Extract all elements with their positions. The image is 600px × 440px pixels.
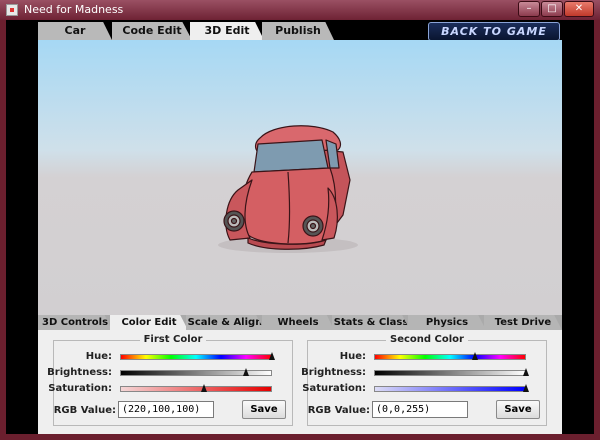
tab-car[interactable]: Car — [38, 22, 112, 40]
second-brightness-thumb[interactable] — [523, 368, 529, 376]
rgb-value-label: RGB Value: — [307, 405, 370, 416]
car-render — [218, 125, 358, 253]
tab-3d-controls[interactable]: 3D Controls — [38, 315, 112, 330]
second-rgb-input[interactable] — [372, 401, 468, 418]
second-hue-thumb[interactable] — [472, 352, 478, 360]
second-brightness-slider[interactable] — [374, 368, 529, 376]
first-rgb-input[interactable] — [118, 401, 214, 418]
tab-test-drive[interactable]: Test Drive — [484, 315, 562, 330]
tab-code-edit[interactable]: Code Edit — [112, 22, 192, 40]
3d-viewport[interactable] — [38, 40, 562, 315]
second-color-title: Second Color — [386, 334, 468, 345]
second-saturation-thumb[interactable] — [523, 384, 529, 392]
second-saturation-slider[interactable] — [374, 384, 529, 392]
window-title: Need for Madness — [24, 3, 124, 16]
brightness-label: Brightness: — [301, 367, 366, 378]
first-brightness-thumb[interactable] — [243, 368, 249, 376]
first-color-group: First Color Hue: Brightness: Saturation:… — [47, 334, 293, 426]
tab-color-edit[interactable]: Color Edit — [110, 315, 188, 330]
editor-sub-tabs: 3D Controls Color Edit Scale & Align Whe… — [38, 315, 562, 330]
tab-stats-class[interactable]: Stats & Class — [332, 315, 410, 330]
rgb-value-label: RGB Value: — [53, 405, 116, 416]
maximize-button[interactable]: □ — [541, 1, 563, 17]
first-hue-thumb[interactable] — [269, 352, 275, 360]
tab-wheels[interactable]: Wheels — [262, 315, 334, 330]
minimize-button[interactable]: – — [518, 1, 540, 17]
saturation-label: Saturation: — [302, 383, 366, 394]
second-color-group: Second Color Hue: Brightness: Saturation… — [301, 334, 547, 426]
tab-physics[interactable]: Physics — [408, 315, 486, 330]
color-edit-panel: First Color Hue: Brightness: Saturation:… — [38, 330, 562, 434]
first-saturation-slider[interactable] — [120, 384, 272, 392]
second-save-button[interactable]: Save — [496, 400, 540, 419]
tab-scale-align[interactable]: Scale & Align — [186, 315, 264, 330]
back-to-game-button[interactable]: BACK TO GAME — [428, 22, 560, 41]
second-hue-slider[interactable] — [374, 352, 526, 360]
tab-3d-edit[interactable]: 3D Edit — [190, 22, 264, 40]
tab-publish[interactable]: Publish — [262, 22, 334, 40]
first-hue-slider[interactable] — [120, 352, 275, 360]
title-bar[interactable]: Need for Madness – □ ✕ — [0, 0, 600, 20]
app-icon — [6, 4, 18, 16]
saturation-label: Saturation: — [48, 383, 112, 394]
app-window: Need for Madness – □ ✕ Car Code Edit 3D … — [0, 0, 600, 440]
first-save-button[interactable]: Save — [242, 400, 286, 419]
hue-label: Hue: — [339, 351, 366, 362]
brightness-label: Brightness: — [47, 367, 112, 378]
first-saturation-thumb[interactable] — [201, 384, 207, 392]
hue-label: Hue: — [85, 351, 112, 362]
first-brightness-slider[interactable] — [120, 368, 272, 376]
first-color-title: First Color — [139, 334, 207, 345]
close-button[interactable]: ✕ — [564, 1, 594, 17]
